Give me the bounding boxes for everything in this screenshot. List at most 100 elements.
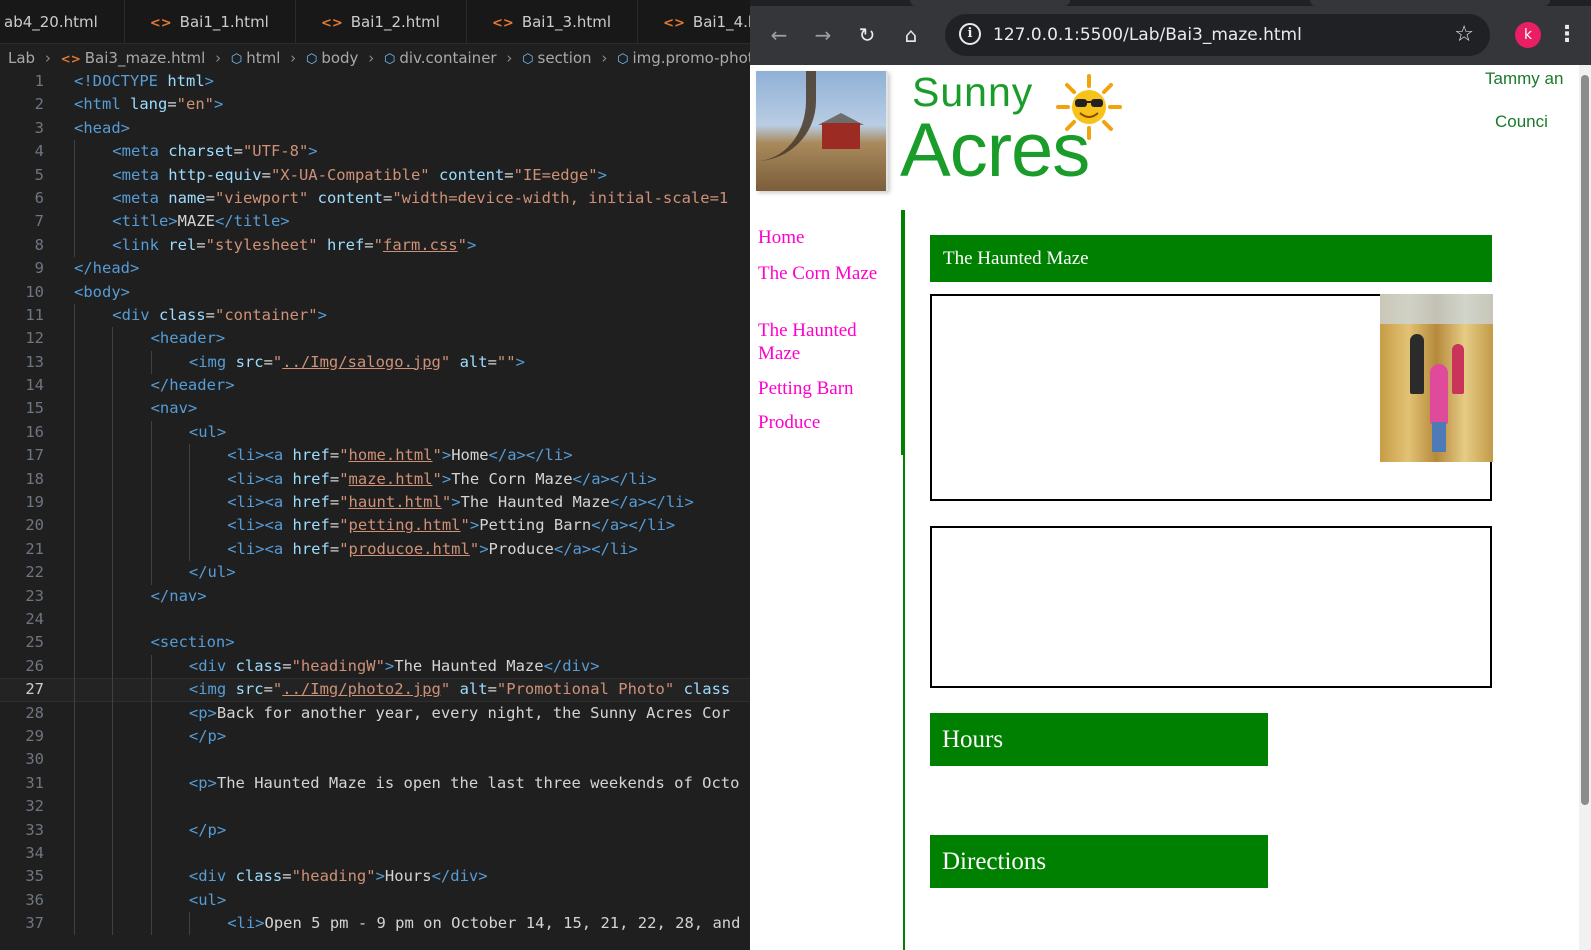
code-line[interactable]: 2 <html lang="en"> [0,93,750,116]
indent-guide [150,888,152,913]
code-text: <header> [151,327,226,350]
editor-tab[interactable]: <> Bai1_1.html [130,0,296,43]
indent-guide [112,724,114,749]
browser-tab[interactable] [1310,0,1550,6]
site-info-icon[interactable]: i [959,23,981,45]
code-line[interactable]: 16 <ul> [0,420,750,445]
line-number: 4 [34,142,44,161]
nav-link-haunted-maze[interactable]: The Haunted Maze [758,319,888,365]
code-line[interactable]: 31 <p>The Haunted Maze is open the last t… [0,771,750,796]
code-line[interactable]: 4 <meta charset="UTF-8"> [0,140,750,164]
code-line[interactable]: 27 <img src="../Img/photo2.jpg" alt="Prom… [0,678,750,702]
code-line[interactable]: 32 [0,795,750,819]
nav-link-petting-barn[interactable]: Petting Barn [758,377,888,400]
breadcrumb-item[interactable]: Lab [8,49,35,67]
code-line[interactable]: 29 </p> [0,724,750,749]
breadcrumb-item[interactable]: html [246,49,280,67]
url-text[interactable]: 127.0.0.1:5500/Lab/Bai3_maze.html [993,14,1302,56]
indent-guide [150,771,152,796]
code-text: </p> [189,819,226,842]
line-number: 15 [25,399,44,418]
element-cube-icon: ⬡ [383,52,396,67]
code-area[interactable]: 1 <!DOCTYPE html> 2 <html lang="en"> 3 <head>… [0,70,750,936]
code-token: "width=device-width, initial-scale=1 [392,188,729,207]
line-number: 29 [25,726,44,745]
reload-icon[interactable]: ↻ [852,20,882,50]
code-token: = [233,142,243,161]
code-line[interactable]: 20 <li><a href="petting.html">Petting Bar… [0,514,750,538]
code-line[interactable]: 17 <li><a href="home.html">Home</a></li> [0,444,750,468]
html-file-icon: <> [663,16,685,31]
code-line[interactable]: 34 [0,841,750,866]
code-line[interactable]: 13 <img src="../Img/salogo.jpg" alt=""> [0,350,750,375]
code-token: </a></li> [609,493,694,512]
code-line[interactable]: 23 </nav> [0,584,750,608]
code-line[interactable]: 36 <ul> [0,888,750,913]
home-icon[interactable]: ⌂ [896,20,926,50]
back-arrow-icon[interactable]: ← [764,20,794,50]
code-line[interactable]: 37 <li>Open 5 pm - 9 pm on October 14, 15… [0,912,750,936]
nav-link-corn-maze[interactable]: The Corn Maze [758,262,888,285]
code-line[interactable]: 14 </header> [0,374,750,398]
breadcrumb-item[interactable]: img.promo-photo [632,49,750,67]
code-line[interactable]: 21 <li><a href="producoe.html">Produce</a… [0,537,750,562]
breadcrumb-item[interactable]: body [321,49,358,67]
indent-guide [112,444,114,468]
code-line[interactable]: 22 </ul> [0,561,750,585]
code-line[interactable]: 3 <head> [0,117,750,140]
profile-avatar[interactable]: k [1515,22,1541,48]
code-line[interactable]: 1 <!DOCTYPE html> [0,70,750,93]
menu-dots-icon[interactable]: ⋮ [1555,18,1579,52]
line-number: 25 [25,633,44,652]
chevron-right-icon: › [290,49,297,67]
breadcrumb-item[interactable]: Bai3_maze.html [85,49,206,67]
page-scrollbar[interactable] [1579,65,1591,950]
code-line[interactable]: 10 <body> [0,281,750,304]
address-bar[interactable]: i 127.0.0.1:5500/Lab/Bai3_maze.html ☆ [945,14,1490,56]
forward-arrow-icon[interactable]: → [808,20,838,50]
page-viewport[interactable]: Sunny Acres Tammy an Counci Home The Cor… [750,65,1591,950]
indent-guide [112,467,114,492]
code-line[interactable]: 19 <li><a href="haunt.html">The Haunted M… [0,491,750,515]
line-number: 33 [25,820,44,839]
breadcrumb-item[interactable]: div.container [399,49,496,67]
editor-tab[interactable]: <> Bai1_3.html [472,0,639,43]
nav-link-produce[interactable]: Produce [758,411,888,434]
code-token: producoe.html [348,539,470,558]
scrollbar-thumb[interactable] [1581,75,1589,805]
code-line[interactable]: 24 [0,607,750,632]
editor-tab[interactable]: ab4_20.html [0,0,125,43]
code-line[interactable]: 8 <link rel="stylesheet" href="farm.css"> [0,233,750,258]
code-line[interactable]: 30 [0,748,750,772]
code-token: The Haunted Maze [394,656,544,675]
code-line[interactable]: 7 <title>MAZE</title> [0,210,750,234]
editor-tab-label: Bai1_2.html [350,13,440,31]
bookmark-star-icon[interactable]: ☆ [1454,14,1474,56]
code-line[interactable]: 11 <div class="container"> [0,303,750,328]
code-line[interactable]: 35 <div class="heading">Hours</div> [0,865,750,889]
element-cube-icon: ⬡ [617,52,629,67]
code-line[interactable]: 25 <section> [0,631,750,655]
indent-guide [112,350,114,375]
code-line[interactable]: 18 <li><a href="maze.html">The Corn Maze<… [0,467,750,492]
nav-link-home[interactable]: Home [758,226,888,249]
code-line[interactable]: 15 <nav> [0,397,750,421]
browser-tab[interactable] [910,0,1070,6]
editor-tab[interactable]: <> Bai1_4.html [643,0,750,43]
code-token: > [375,867,385,886]
code-line[interactable]: 12 <header> [0,327,750,351]
code-token: Hours [384,867,432,886]
code-editor[interactable]: ab4_20.html <> Bai1_1.html <> Bai1_2.html … [0,0,750,950]
line-number: 18 [25,469,44,488]
code-line[interactable]: 28 <p>Back for another year, every night,… [0,701,750,725]
code-line[interactable]: 5 <meta http-equiv="X-UA-Compatible" cont… [0,163,750,187]
editor-tab[interactable]: <> Bai1_2.html [301,0,467,43]
code-line[interactable]: 6 <meta name="viewport" content="width=de… [0,186,750,211]
breadcrumb-item[interactable]: section [538,49,592,67]
code-token: <!DOCTYPE [74,72,168,90]
code-line[interactable]: 33 </p> [0,818,750,842]
code-line[interactable]: 9 </head> [0,257,750,280]
code-line[interactable]: 26 <div class="headingW">The Haunted Maze… [0,654,750,679]
